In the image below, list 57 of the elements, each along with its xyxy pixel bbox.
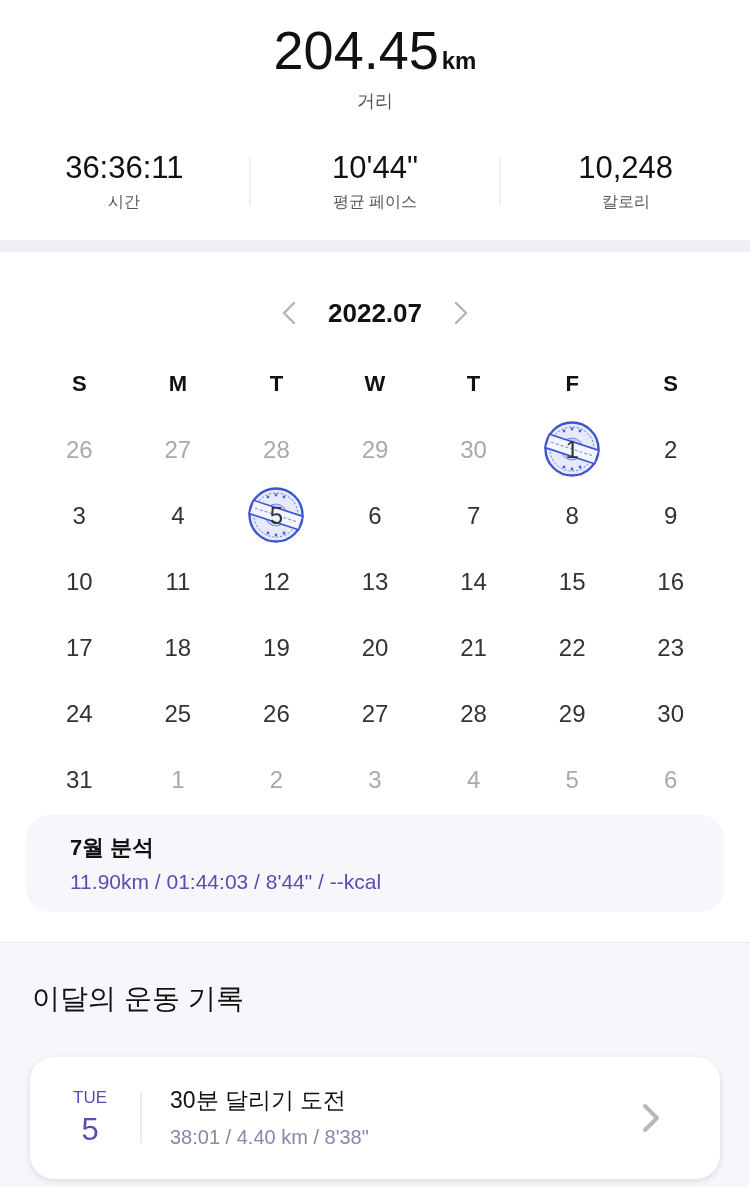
- stat-value: 10,248: [578, 149, 674, 187]
- calendar-day[interactable]: 7: [466, 501, 481, 531]
- calendar-day[interactable]: 3: [72, 501, 86, 531]
- chevron-right-icon: [454, 301, 468, 325]
- calendar-day[interactable]: 17: [65, 633, 93, 663]
- distance-label: 거리: [357, 90, 393, 113]
- calendar-day[interactable]: 12: [263, 567, 290, 597]
- record-card[interactable]: TUE 5 30분 달리기 도전 38:01 / 4.40 km / 8'38": [30, 1057, 720, 1179]
- calendar-day[interactable]: 6: [368, 501, 382, 531]
- stat-label: 칼로리: [601, 192, 650, 212]
- month-title: 2022.07: [328, 297, 422, 329]
- stat-label: 시간: [108, 192, 141, 212]
- calendar-day[interactable]: 9: [664, 501, 678, 531]
- chevron-right-icon: [642, 1103, 660, 1133]
- calendar-day[interactable]: 16: [657, 567, 685, 597]
- weekday-label: W: [364, 370, 386, 398]
- record-details: 38:01 / 4.40 km / 8'38": [170, 1125, 369, 1150]
- calendar-day[interactable]: 4: [171, 501, 185, 531]
- stat-value: 36:36:11: [65, 149, 184, 187]
- weekday-label: M: [168, 370, 187, 398]
- chevron-left-icon: [282, 301, 296, 325]
- calendar-day[interactable]: 23: [657, 633, 685, 663]
- calendar-day[interactable]: 14: [460, 567, 487, 597]
- stat-label: 평균 페이스: [332, 192, 418, 212]
- calendar-day[interactable]: 26: [263, 699, 290, 729]
- record-title: 30분 달리기 도전: [170, 1086, 347, 1115]
- calendar-day[interactable]: 31: [65, 765, 93, 795]
- weekday-label: S: [71, 370, 87, 398]
- analysis-title: 7월 분석: [70, 834, 155, 862]
- calendar-day[interactable]: 27: [361, 699, 389, 729]
- calendar-day[interactable]: 22: [558, 633, 586, 663]
- calendar-day[interactable]: 20: [361, 633, 389, 663]
- calendar-day[interactable]: 18: [164, 633, 192, 663]
- distance-value: 204.45: [273, 19, 439, 82]
- calendar-day[interactable]: 15: [558, 567, 586, 597]
- calendar-day[interactable]: 30: [657, 699, 685, 729]
- calendar-day[interactable]: 25: [164, 699, 192, 729]
- calendar-day[interactable]: 29: [558, 699, 586, 729]
- weekday-label: S: [663, 370, 679, 398]
- calendar-day[interactable]: 10: [65, 567, 93, 597]
- weekday-label: T: [466, 370, 481, 398]
- stat-value: 10'44": [332, 149, 418, 187]
- distance-unit: km: [441, 46, 477, 76]
- calendar-day[interactable]: 28: [460, 699, 487, 729]
- section-title: 이달의 운동 기록: [32, 982, 244, 1016]
- calendar-day[interactable]: 13: [361, 567, 389, 597]
- calendar-day[interactable]: 8: [565, 501, 579, 531]
- calendar-day[interactable]: 21: [460, 633, 487, 663]
- analysis-summary: 11.90km / 01:44:03 / 8'44" / --kcal: [70, 869, 382, 895]
- calendar-day[interactable]: 11: [165, 567, 191, 597]
- day-number: 5: [81, 1111, 99, 1149]
- weekday-label: T: [269, 370, 284, 398]
- weekday-label: TUE: [73, 1087, 107, 1109]
- weekday-label: F: [565, 370, 579, 398]
- calendar-day[interactable]: 19: [263, 633, 290, 663]
- calendar-day[interactable]: 2: [664, 435, 678, 465]
- calendar-day[interactable]: 24: [65, 699, 93, 729]
